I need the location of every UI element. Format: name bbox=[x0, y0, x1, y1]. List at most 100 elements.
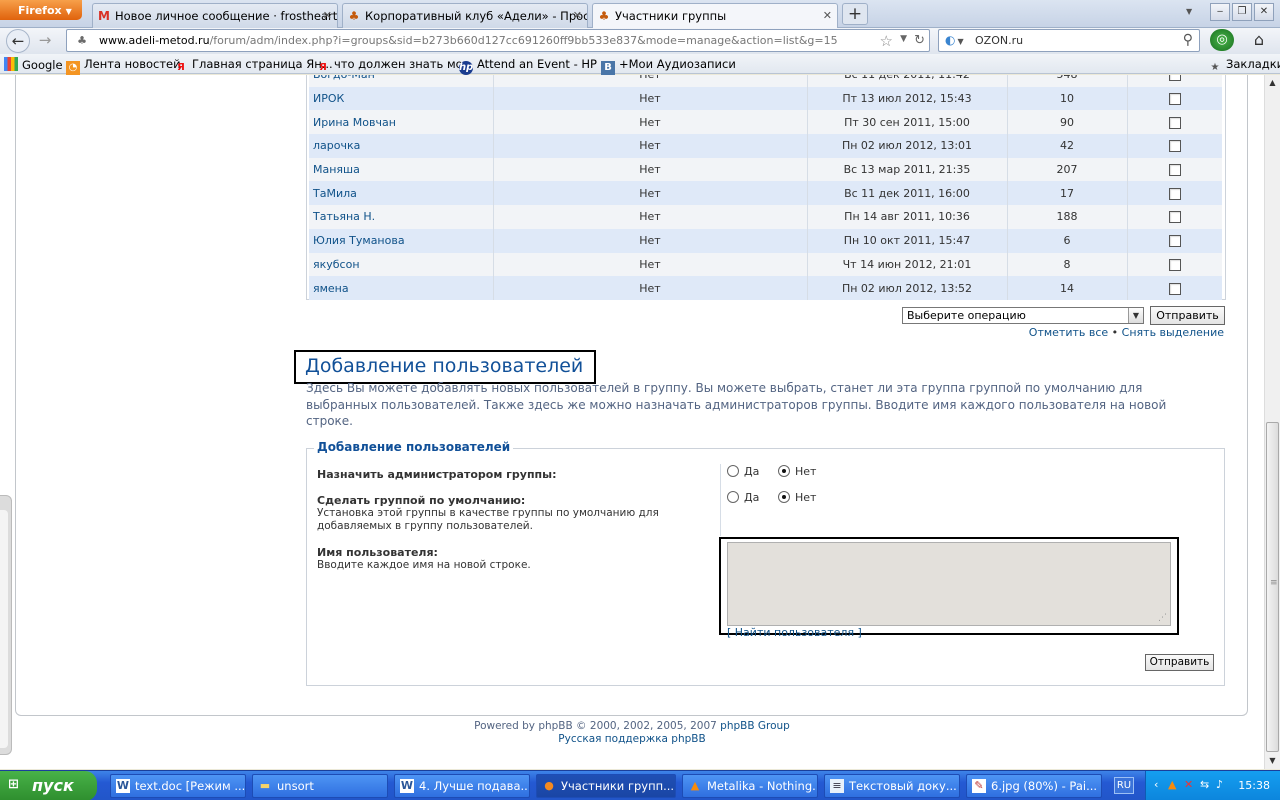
find-user-link[interactable]: [ Найти пользователя ] bbox=[727, 626, 862, 639]
member-name-link[interactable]: ТаМила bbox=[309, 181, 494, 206]
bookmark-google[interactable]: Google bbox=[4, 57, 63, 72]
forward-arrow-icon[interactable]: → bbox=[33, 29, 57, 53]
member-name-link[interactable]: ямена bbox=[309, 276, 494, 300]
site-identity-icon[interactable]: ♣ bbox=[69, 32, 95, 50]
bookmarks-menu[interactable]: ★ Закладки bbox=[1208, 57, 1280, 75]
member-name-link[interactable]: Маняша bbox=[309, 157, 494, 182]
bookmark-hp-event[interactable]: hp Attend an Event - HP ... bbox=[459, 57, 612, 75]
member-name-link[interactable]: Богдо-Ман bbox=[309, 75, 494, 87]
task-paint[interactable]: ✎ 6.jpg (80%) - Pai... bbox=[966, 774, 1102, 798]
bookmark-vk-audio[interactable]: В +Мои Аудиозаписи bbox=[601, 57, 736, 75]
minimize-icon[interactable]: ‒ bbox=[1210, 3, 1230, 21]
phpbb-group-link[interactable]: phpBB Group bbox=[720, 720, 790, 732]
clock: 15:38 bbox=[1238, 779, 1270, 792]
network-disabled-icon[interactable]: ✕ bbox=[1184, 778, 1193, 791]
tab-list-icon[interactable]: ▼ bbox=[1186, 7, 1192, 16]
member-name-link[interactable]: ИРОК bbox=[309, 86, 494, 111]
member-checkbox[interactable] bbox=[1168, 93, 1181, 106]
url-text: www.adeli-metod.ru/forum/adm/index.php?i… bbox=[99, 34, 879, 47]
default-yes-radio[interactable]: Да bbox=[727, 491, 759, 504]
tab-forum[interactable]: ♣ Корпоративный клуб «Адели» - Просмо...… bbox=[342, 3, 588, 28]
firefox-menu-button[interactable]: Firefox ▼ bbox=[0, 0, 82, 20]
tray-expand-icon[interactable]: ‹ bbox=[1154, 778, 1158, 791]
new-tab-button[interactable]: + bbox=[842, 3, 868, 25]
vertical-scrollbar[interactable]: ▲ ▼ bbox=[1264, 75, 1280, 769]
member-checkbox[interactable] bbox=[1168, 211, 1181, 224]
search-engine-icon[interactable]: ◐ ▼ bbox=[945, 33, 964, 47]
close-window-icon[interactable]: ✕ bbox=[1254, 3, 1274, 21]
close-icon[interactable]: ✕ bbox=[823, 9, 832, 22]
task-word-doc4[interactable]: W 4. Лучше подава... bbox=[394, 774, 530, 798]
search-icon[interactable]: ⚲ bbox=[1183, 32, 1193, 48]
volume-icon[interactable]: ♪ bbox=[1216, 778, 1223, 791]
folder-icon: ▬ bbox=[259, 779, 271, 792]
member-checkbox[interactable] bbox=[1168, 164, 1181, 177]
bookmark-star-icon[interactable]: ☆ bbox=[880, 32, 893, 50]
task-firefox[interactable]: ● Участники групп... bbox=[536, 774, 676, 798]
member-checkbox[interactable] bbox=[1168, 235, 1181, 248]
member-joined: Пн 02 июл 2012, 13:52 bbox=[807, 276, 1008, 300]
bookmark-label: Главная страница Ян... bbox=[192, 57, 333, 71]
vk-icon: В bbox=[601, 61, 615, 75]
powered-by-line: Powered by phpBB © 2000, 2002, 2005, 200… bbox=[0, 720, 1264, 733]
start-button[interactable]: ⊞ пуск bbox=[0, 771, 97, 800]
bookmark-yandex-home[interactable]: Я Главная страница Ян... bbox=[174, 57, 333, 75]
task-folder-unsort[interactable]: ▬ unsort bbox=[252, 774, 388, 798]
leader-yes-radio[interactable]: Да bbox=[727, 465, 759, 478]
vlc-tray-icon[interactable]: ▲ bbox=[1168, 778, 1176, 791]
page-viewport: Богдо-Ман Нет Вс 11 дек 2011, 11:42 548 … bbox=[0, 75, 1264, 769]
scroll-down-icon[interactable]: ▼ bbox=[1265, 753, 1280, 769]
reload-icon[interactable]: ↻ bbox=[914, 33, 925, 48]
radio-label: Нет bbox=[795, 491, 817, 504]
addon-globe-icon[interactable]: ◎ bbox=[1210, 29, 1234, 51]
leader-no-radio[interactable]: Нет bbox=[778, 465, 816, 478]
back-arrow-icon[interactable]: ← bbox=[6, 29, 30, 53]
task-notepad[interactable]: ≡ Текстовый доку... bbox=[824, 774, 960, 798]
field-divider bbox=[720, 464, 721, 536]
fieldset-legend: Добавление пользователей bbox=[314, 440, 514, 454]
scroll-thumb[interactable] bbox=[1266, 422, 1279, 752]
language-indicator[interactable]: RU bbox=[1114, 777, 1134, 794]
member-name-link[interactable]: Юлия Туманова bbox=[309, 228, 494, 253]
restore-icon[interactable]: ❐ bbox=[1232, 3, 1252, 21]
member-checkbox[interactable] bbox=[1168, 116, 1181, 129]
member-checkbox[interactable] bbox=[1168, 140, 1181, 153]
history-dropdown-icon[interactable]: ▼ bbox=[900, 34, 907, 44]
member-checkbox[interactable] bbox=[1168, 75, 1181, 82]
russian-support-link[interactable]: Русская поддержка phpBB bbox=[558, 733, 705, 745]
member-name-link[interactable]: Татьяна Н. bbox=[309, 205, 494, 229]
default-no-radio[interactable]: Нет bbox=[778, 491, 816, 504]
notepad-icon: ≡ bbox=[830, 779, 844, 793]
member-name-link[interactable]: Ирина Мовчан bbox=[309, 110, 494, 135]
member-checkbox[interactable] bbox=[1168, 258, 1181, 271]
add-users-submit-button[interactable]: Отправить bbox=[1145, 654, 1214, 671]
member-name-link[interactable]: якубсон bbox=[309, 252, 494, 277]
tab-group-members[interactable]: ♣ Участники группы ✕ bbox=[592, 3, 838, 29]
word-icon: W bbox=[116, 779, 130, 793]
search-box[interactable]: ◐ ▼ OZON.ru ⚲ bbox=[938, 29, 1200, 52]
bookmark-news-feed[interactable]: ◔ Лента новостей bbox=[66, 57, 181, 75]
operation-submit-button[interactable]: Отправить bbox=[1150, 306, 1225, 325]
mark-all-link[interactable]: Отметить все bbox=[1029, 326, 1108, 339]
address-bar[interactable]: ♣ www.adeli-metod.ru/forum/adm/index.php… bbox=[66, 29, 930, 52]
scroll-up-icon[interactable]: ▲ bbox=[1265, 75, 1280, 91]
member-leader: Нет bbox=[493, 86, 808, 111]
home-icon[interactable]: ⌂ bbox=[1248, 29, 1270, 51]
operation-select[interactable]: Выберите операцию ▼ bbox=[902, 307, 1144, 324]
tab-gmail[interactable]: M Новое личное сообщение · frostheart9@.… bbox=[92, 3, 338, 28]
chevron-down-icon[interactable]: ▼ bbox=[1128, 308, 1143, 323]
close-icon[interactable]: ✕ bbox=[573, 9, 582, 22]
task-label: 6.jpg (80%) - Pai... bbox=[991, 779, 1098, 793]
member-joined: Пт 30 сен 2011, 15:00 bbox=[807, 110, 1008, 135]
member-checkbox[interactable] bbox=[1168, 282, 1181, 295]
forum-icon: ♣ bbox=[348, 9, 360, 23]
unmark-all-link[interactable]: Снять выделение bbox=[1122, 326, 1224, 339]
bookmark-yandex-article[interactable]: Ячто должен знать мо... bbox=[316, 57, 473, 75]
network-icon[interactable]: ⇆ bbox=[1200, 778, 1209, 791]
close-icon[interactable]: ✕ bbox=[323, 9, 332, 22]
search-input[interactable]: OZON.ru bbox=[975, 34, 1023, 47]
member-name-link[interactable]: ларочка bbox=[309, 134, 494, 158]
task-word-textdoc[interactable]: Wtext.doc [Режим ... bbox=[110, 774, 246, 798]
member-checkbox[interactable] bbox=[1168, 187, 1181, 200]
task-vlc[interactable]: ▲ Metalika - Nothing... bbox=[682, 774, 818, 798]
